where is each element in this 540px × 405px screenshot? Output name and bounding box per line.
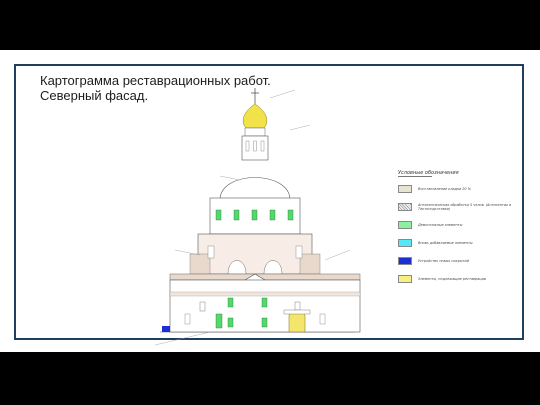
legend-label: Устройство новых покрытий — [418, 258, 469, 263]
drum-window — [251, 209, 258, 221]
drum-window — [215, 209, 222, 221]
legend-item: Устройство новых покрытий — [398, 253, 518, 268]
dome-neck — [244, 127, 266, 137]
legend: Условные обозначения Восстановление клад… — [398, 170, 518, 289]
legend-item: Антисептическая обработка 5 челов. (Анти… — [398, 199, 518, 214]
drum-window — [269, 209, 276, 221]
legend-label: Антисептическая обработка 5 челов. (Анти… — [418, 202, 512, 211]
legend-label: Демонтажные элементы — [418, 222, 463, 227]
blue-mark — [162, 326, 170, 332]
drum-window — [233, 209, 240, 221]
legend-swatch — [398, 220, 412, 229]
legend-swatch — [398, 238, 412, 247]
legend-swatch — [398, 202, 412, 211]
legend-swatch — [398, 256, 412, 265]
legend-item: Вновь добавляемые элементы — [398, 235, 518, 250]
onion-dome — [242, 103, 268, 129]
drum-window — [287, 209, 294, 221]
upper-body — [197, 233, 313, 275]
main-dome — [219, 177, 291, 201]
legend-label: Вновь добавляемые элементы — [418, 240, 473, 245]
legend-item: Элементы, подлежащие реставрации — [398, 271, 518, 286]
facade-drawing — [154, 88, 361, 346]
slide: Картограмма реставрационных работ. Север… — [0, 50, 540, 352]
cornice-band — [169, 273, 361, 281]
legend-swatch — [398, 274, 412, 283]
legend-item: Демонтажные элементы — [398, 217, 518, 232]
legend-items: Восстановление кладки 20 % Антисептическа… — [398, 181, 518, 286]
legend-label: Восстановление кладки 20 % — [418, 186, 471, 191]
legend-swatch — [398, 184, 412, 193]
legend-label: Элементы, подлежащие реставрации — [418, 276, 486, 281]
legend-title: Условные обозначения — [398, 170, 459, 177]
legend-item: Восстановление кладки 20 % — [398, 181, 518, 196]
